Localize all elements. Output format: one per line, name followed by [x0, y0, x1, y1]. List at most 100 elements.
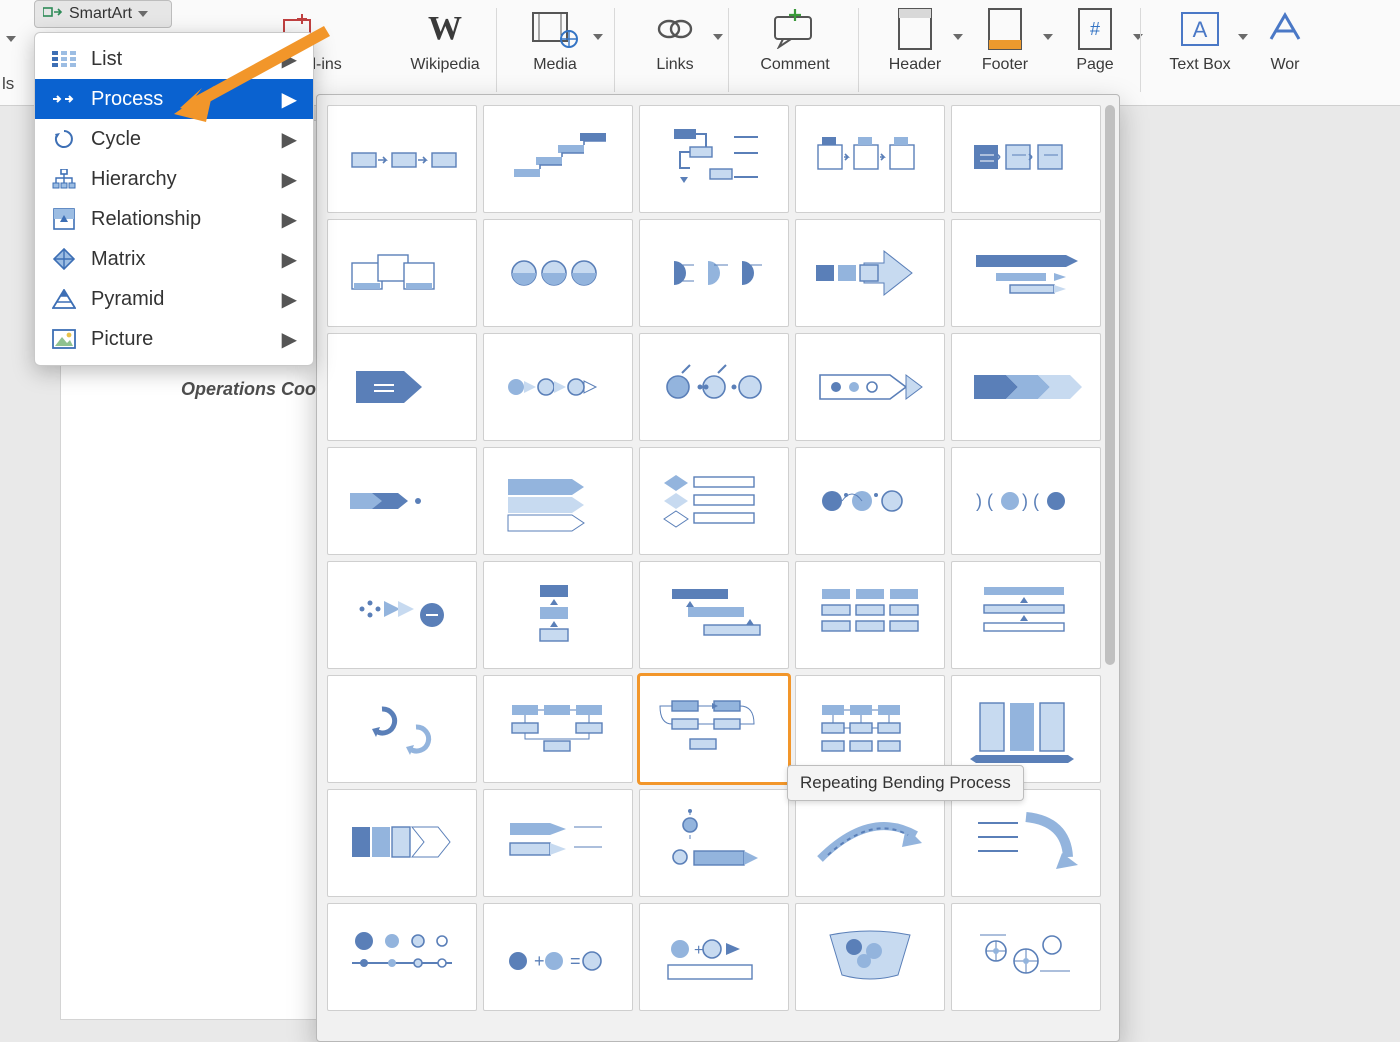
- menu-item-picture[interactable]: Picture▶: [35, 319, 313, 359]
- menu-item-hierarchy[interactable]: Hierarchy ▶: [35, 159, 313, 199]
- smartart-thumb-8[interactable]: [795, 219, 945, 327]
- svg-text:) (: ) (: [1022, 491, 1039, 511]
- ribbon-separator: [614, 8, 615, 92]
- menu-item-label: Relationship: [91, 208, 268, 231]
- smartart-thumb-0[interactable]: [327, 105, 477, 213]
- smartart-thumb-23[interactable]: [795, 561, 945, 669]
- wikipedia-button[interactable]: W Wikipedia: [400, 6, 490, 74]
- ribbon-label-trunc: ls: [2, 74, 14, 94]
- process-icon: [51, 92, 77, 106]
- smartart-thumb-33[interactable]: [795, 789, 945, 897]
- wordart-label: Wor: [1270, 56, 1299, 74]
- header-icon: [887, 6, 943, 52]
- smartart-thumb-6[interactable]: [483, 219, 633, 327]
- chevron-down-icon: [1133, 28, 1143, 44]
- header-button[interactable]: Header: [870, 6, 960, 74]
- page-number-button[interactable]: # Page: [1050, 6, 1140, 74]
- smartart-thumb-20[interactable]: [327, 561, 477, 669]
- wordart-icon: [1257, 6, 1313, 52]
- links-label: Links: [656, 56, 693, 74]
- links-icon: [647, 6, 703, 52]
- menu-item-label: List: [91, 48, 268, 71]
- smartart-thumb-39[interactable]: [951, 903, 1101, 1011]
- smartart-thumb-30[interactable]: [327, 789, 477, 897]
- smartart-thumb-10[interactable]: [327, 333, 477, 441]
- smartart-thumb-14[interactable]: [951, 333, 1101, 441]
- svg-text:#: #: [1090, 19, 1100, 39]
- wordart-button[interactable]: Wor: [1250, 6, 1320, 74]
- wikipedia-icon: W: [417, 6, 473, 52]
- menu-item-label: Hierarchy: [91, 168, 268, 191]
- smartart-icon: [43, 4, 63, 25]
- menu-item-pyramid[interactable]: Pyramid▶: [35, 279, 313, 319]
- text-box-button[interactable]: A Text Box: [1150, 6, 1250, 74]
- scrollbar-thumb[interactable]: [1105, 105, 1115, 665]
- menu-item-label: Cycle: [91, 128, 268, 151]
- menu-item-process[interactable]: Process▶: [35, 79, 313, 119]
- footer-label: Footer: [982, 56, 1028, 74]
- chevron-down-icon: [138, 11, 148, 17]
- submenu-arrow-icon: ▶: [282, 87, 297, 112]
- pyramid-icon: [51, 289, 77, 309]
- smartart-thumb-17[interactable]: [639, 447, 789, 555]
- smartart-thumb-38[interactable]: [795, 903, 945, 1011]
- menu-item-label: Pyramid: [91, 288, 268, 311]
- smartart-thumb-16[interactable]: [483, 447, 633, 555]
- smartart-thumb-12[interactable]: [639, 333, 789, 441]
- smartart-thumb-2[interactable]: [639, 105, 789, 213]
- media-button[interactable]: Media: [510, 6, 600, 74]
- media-icon: [527, 6, 583, 52]
- ribbon-prev-chevron[interactable]: [6, 30, 26, 50]
- smartart-thumb-11[interactable]: [483, 333, 633, 441]
- smartart-thumb-32[interactable]: [639, 789, 789, 897]
- hierarchy-icon: [51, 169, 77, 189]
- submenu-arrow-icon: ▶: [282, 167, 297, 192]
- smartart-thumb-9[interactable]: [951, 219, 1101, 327]
- svg-text:) (: ) (: [976, 491, 993, 511]
- svg-text:A: A: [1193, 17, 1208, 42]
- smartart-thumb-5[interactable]: [327, 219, 477, 327]
- smartart-button[interactable]: SmartArt: [34, 0, 172, 28]
- svg-text:+: +: [694, 942, 703, 959]
- menu-item-matrix[interactable]: Matrix▶: [35, 239, 313, 279]
- smartart-thumb-37[interactable]: +: [639, 903, 789, 1011]
- menu-item-list[interactable]: List▶: [35, 39, 313, 79]
- smartart-thumb-7[interactable]: [639, 219, 789, 327]
- smartart-thumb-34[interactable]: [951, 789, 1101, 897]
- smartart-thumb-26[interactable]: [483, 675, 633, 783]
- smartart-category-menu: List▶Process▶Cycle▶Hierarchy▶Relationshi…: [34, 32, 314, 366]
- smartart-label: SmartArt: [69, 5, 132, 23]
- links-button[interactable]: Links: [630, 6, 720, 74]
- smartart-thumb-31[interactable]: [483, 789, 633, 897]
- smartart-thumb-4[interactable]: [951, 105, 1101, 213]
- comment-icon: [767, 6, 823, 52]
- header-label: Header: [889, 56, 941, 74]
- comment-button[interactable]: Comment: [740, 6, 850, 74]
- smartart-thumb-18[interactable]: [795, 447, 945, 555]
- smartart-thumb-19[interactable]: ) ( ) (: [951, 447, 1101, 555]
- smartart-thumb-22[interactable]: [639, 561, 789, 669]
- footer-button[interactable]: Footer: [960, 6, 1050, 74]
- media-label: Media: [533, 56, 577, 74]
- menu-item-label: Matrix: [91, 248, 268, 271]
- smartart-thumb-21[interactable]: [483, 561, 633, 669]
- menu-item-cycle[interactable]: Cycle▶: [35, 119, 313, 159]
- smartart-thumb-35[interactable]: [327, 903, 477, 1011]
- chevron-down-icon: [593, 28, 603, 44]
- footer-icon: [977, 6, 1033, 52]
- menu-item-relationship[interactable]: Relationship ▶: [35, 199, 313, 239]
- smartart-thumb-3[interactable]: [795, 105, 945, 213]
- submenu-arrow-icon: ▶: [282, 327, 297, 352]
- page-label: Page: [1076, 56, 1113, 74]
- ribbon-separator: [496, 8, 497, 92]
- smartart-thumb-15[interactable]: [327, 447, 477, 555]
- smartart-thumb-24[interactable]: [951, 561, 1101, 669]
- smartart-thumb-13[interactable]: [795, 333, 945, 441]
- ribbon-separator: [1140, 8, 1141, 92]
- submenu-arrow-icon: ▶: [282, 207, 297, 232]
- smartart-thumb-25[interactable]: [327, 675, 477, 783]
- smartart-thumb-27[interactable]: [639, 675, 789, 783]
- smartart-thumb-36[interactable]: +=: [483, 903, 633, 1011]
- gallery-scrollbar[interactable]: [1103, 103, 1117, 1033]
- smartart-thumb-1[interactable]: [483, 105, 633, 213]
